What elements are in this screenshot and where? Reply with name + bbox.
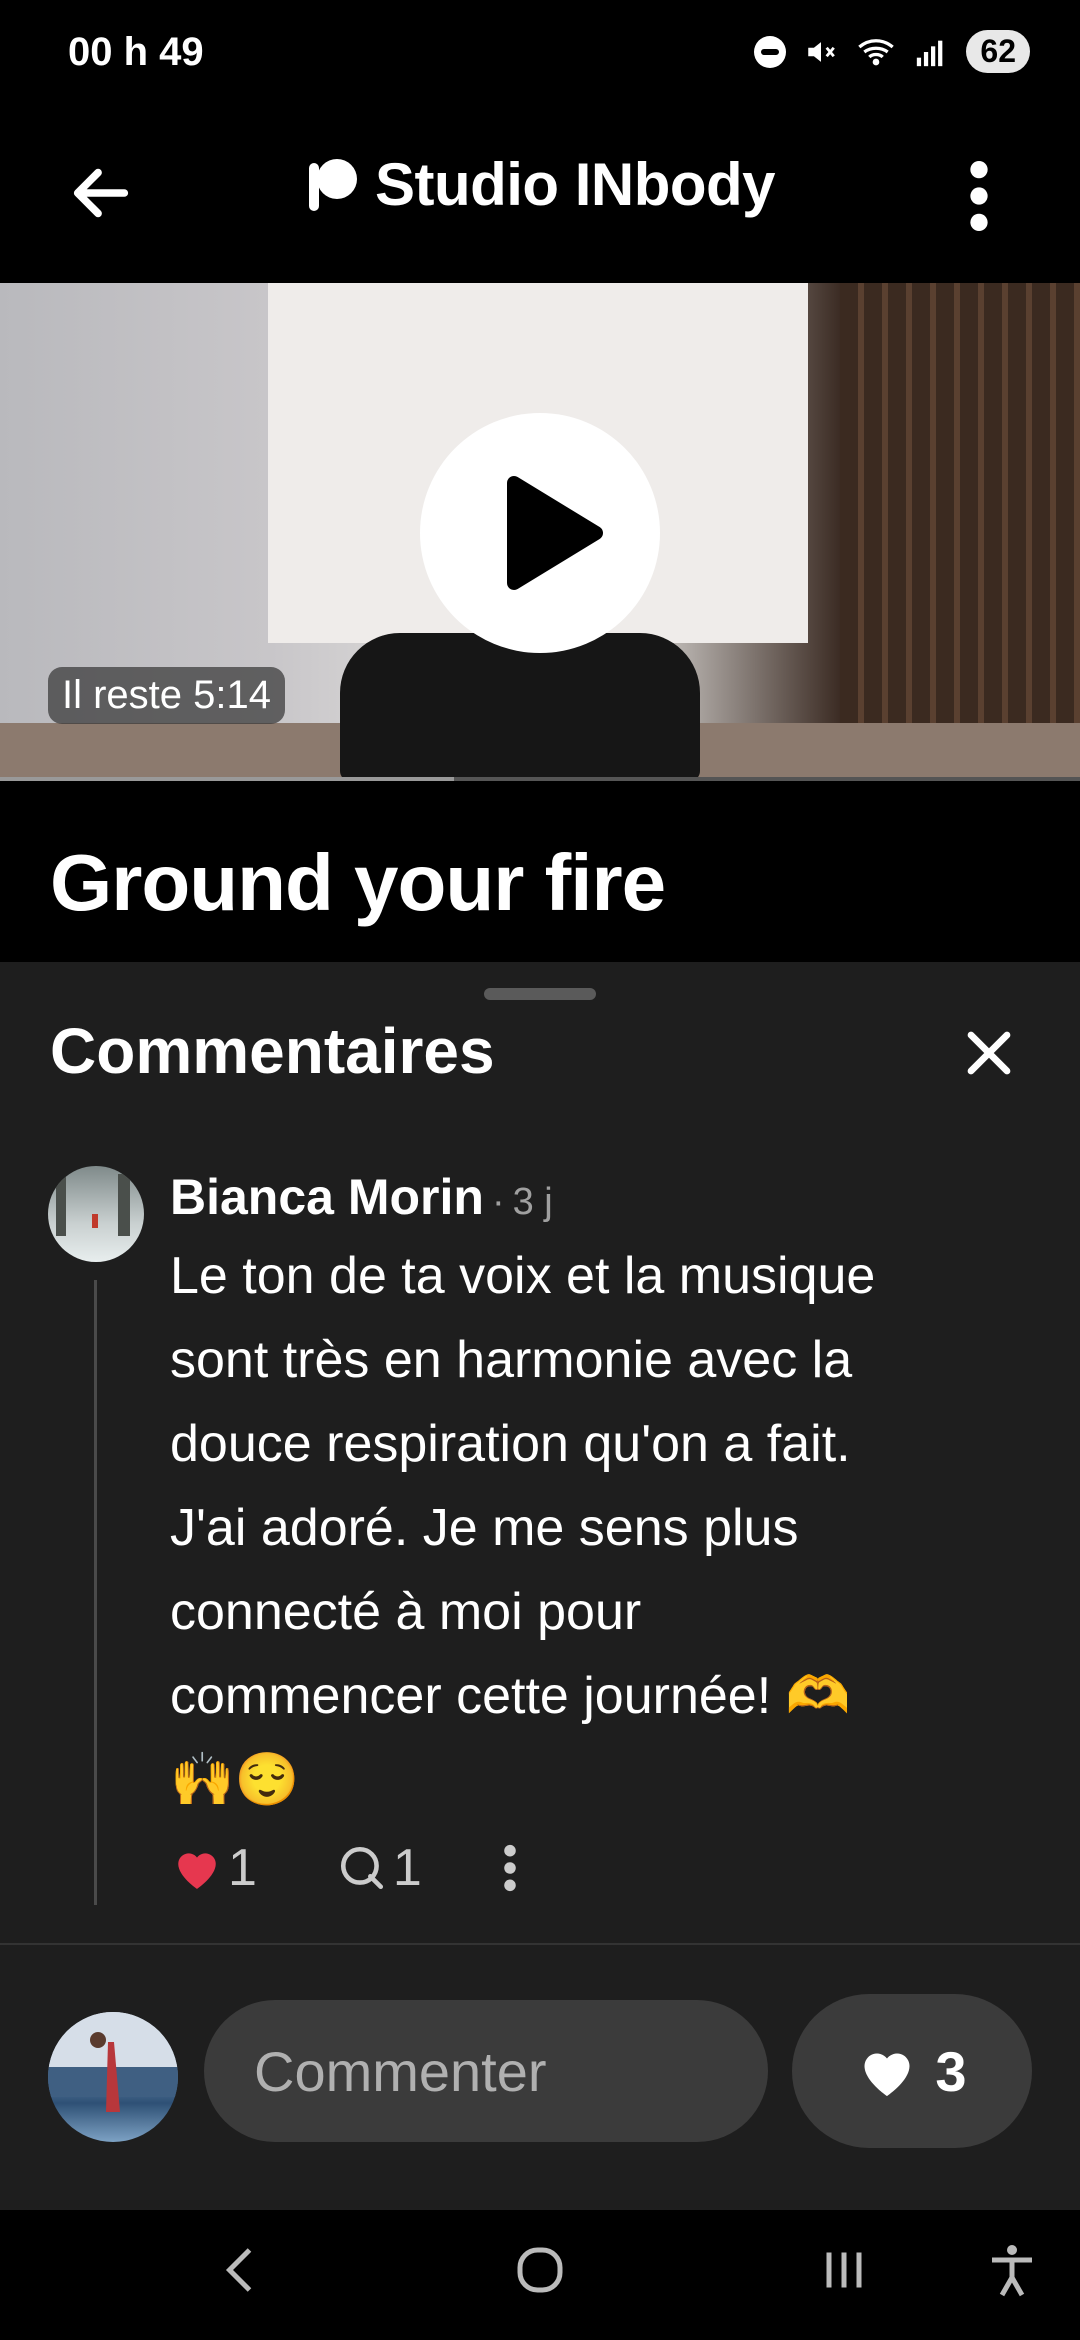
post-like-count: 3 [935, 2039, 967, 2103]
comment-composer: Commenter 3 [0, 1980, 1080, 2210]
comment-body: Le ton de ta voix et la musique sont trè… [170, 1234, 1030, 1822]
accessibility-icon[interactable] [982, 2240, 1042, 2300]
commenter-avatar[interactable] [48, 1166, 144, 1262]
video-title: Ground your fire [50, 838, 666, 927]
more-vertical-icon[interactable] [966, 160, 992, 232]
comment-line: connecté à moi pour [170, 1583, 642, 1641]
comment-more-icon[interactable] [502, 1843, 518, 1893]
mute-icon [808, 41, 836, 62]
battery-indicator: 62 [966, 30, 1030, 73]
comment-reply-button[interactable]: 1 [337, 1838, 422, 1898]
sheet-divider [0, 1943, 1080, 1945]
content-header: Ground your fire [0, 781, 1080, 961]
video-thumbnail-person [340, 633, 700, 781]
comment-actions: 1 1 [172, 1838, 518, 1898]
heart-icon [178, 1853, 216, 1889]
comment-like-button[interactable]: 1 [172, 1838, 257, 1898]
comment-line: Le ton de ta voix et la musique [170, 1247, 876, 1305]
comment-line: 🙌😌 [170, 1751, 300, 1809]
comment-line: douce respiration qu'on a fait. [170, 1415, 851, 1473]
nav-recents-icon[interactable] [814, 2240, 874, 2300]
avatar-photo [56, 1174, 130, 1236]
sheet-drag-handle[interactable] [484, 988, 596, 1000]
wifi-icon [858, 38, 895, 65]
comment-time: 3 j [512, 1181, 553, 1223]
title-wrap: Studio INbody [0, 150, 1080, 219]
patreon-logo-icon [308, 158, 357, 211]
status-icons: 62 [754, 30, 1030, 73]
author-name: Bianca Morin [170, 1169, 484, 1225]
heart-icon [864, 2053, 910, 2096]
do-not-disturb-icon [754, 35, 787, 68]
nav-home-icon[interactable] [510, 2240, 570, 2300]
play-icon [507, 476, 603, 590]
thread-line [94, 1280, 97, 1905]
comment-reply-count: 1 [392, 1839, 422, 1897]
play-button[interactable] [420, 413, 660, 653]
comment-separator: · [491, 1181, 505, 1223]
app-bar: Studio INbody [0, 110, 1080, 282]
comment-author[interactable]: Bianca Morin · 3 j [170, 1168, 553, 1226]
nav-back-icon[interactable] [212, 2240, 272, 2300]
signal-icon [917, 40, 943, 66]
status-time: 00 h 49 [68, 30, 204, 74]
comment-line: sont très en harmonie avec la [170, 1331, 853, 1389]
comment-icon [340, 1846, 383, 1890]
app-title: Studio INbody [374, 151, 776, 218]
comment-input[interactable]: Commenter [204, 2000, 768, 2142]
close-icon[interactable] [962, 1026, 1016, 1080]
comment-line: commencer cette journée! 🫶 [170, 1667, 851, 1725]
time-remaining: Il reste 5:14 [48, 667, 286, 724]
like-post-button[interactable]: 3 [792, 1994, 1032, 2148]
comments-heading: Commentaires [50, 1015, 495, 1087]
system-nav-bar [0, 2210, 1080, 2340]
video-thumbnail-screen [840, 283, 1080, 781]
comment-like-count: 1 [228, 1839, 257, 1897]
comment-input-placeholder: Commenter [254, 2039, 547, 2103]
comment-line: J'ai adoré. Je me sens plus [170, 1499, 799, 1557]
user-avatar[interactable] [48, 2012, 178, 2142]
status-bar: 00 h 49 62 [0, 0, 1080, 110]
avatar-photo [48, 2012, 178, 2112]
